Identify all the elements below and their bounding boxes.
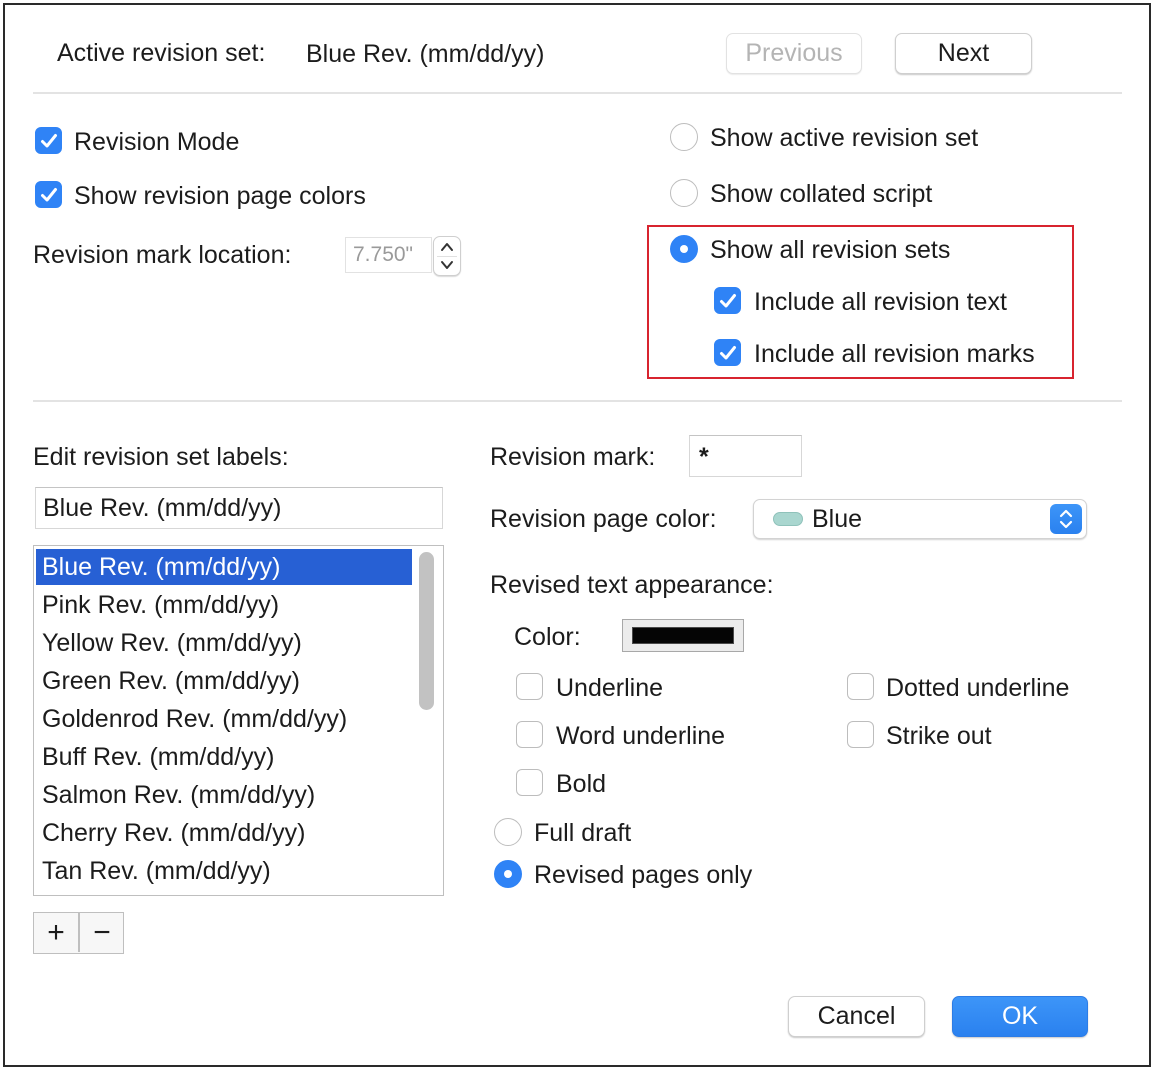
appearance-title: Revised text appearance: <box>490 571 774 599</box>
color-fill <box>632 627 734 644</box>
cancel-button[interactable]: Cancel <box>788 996 925 1037</box>
list-item[interactable]: Buff Rev. (mm/dd/yy) <box>36 739 412 775</box>
label-edit-field[interactable]: Blue Rev. (mm/dd/yy) <box>35 487 443 529</box>
text-color-well[interactable] <box>622 619 744 652</box>
show-active-radio[interactable] <box>670 123 698 151</box>
color-label: Color: <box>514 623 581 651</box>
list-item[interactable]: Pink Rev. (mm/dd/yy) <box>36 587 412 623</box>
bold-label: Bold <box>556 770 607 798</box>
divider-middle <box>33 400 1122 402</box>
popup-arrows-icon <box>1050 504 1082 534</box>
strike-out-label: Strike out <box>886 722 992 750</box>
mark-location-label: Revision mark location: <box>33 241 292 269</box>
show-active-label: Show active revision set <box>710 124 979 152</box>
show-collated-radio[interactable] <box>670 179 698 207</box>
add-remove-control: + − <box>33 912 124 954</box>
full-draft-radio[interactable] <box>494 818 522 846</box>
checkmark-icon <box>41 134 57 148</box>
list-item[interactable]: Cherry Rev. (mm/dd/yy) <box>36 815 412 851</box>
remove-button[interactable]: − <box>80 913 124 952</box>
strike-out-checkbox[interactable] <box>847 721 874 748</box>
list-item[interactable]: Green Rev. (mm/dd/yy) <box>36 663 412 699</box>
dotted-underline-label: Dotted underline <box>886 674 1070 702</box>
show-page-colors-label: Show revision page colors <box>74 182 366 210</box>
previous-button[interactable]: Previous <box>726 33 862 74</box>
highlight-box <box>647 225 1074 379</box>
page-color-popup[interactable]: Blue <box>753 499 1087 539</box>
list-item[interactable]: Tan Rev. (mm/dd/yy) <box>36 853 412 889</box>
color-swatch <box>773 512 803 526</box>
page-color-value: Blue <box>812 505 863 533</box>
divider-top <box>33 92 1122 94</box>
list-scrollbar[interactable] <box>419 552 434 710</box>
revised-pages-label: Revised pages only <box>534 861 753 889</box>
checkmark-icon <box>41 188 57 202</box>
list-item[interactable]: Blue Rev. (mm/dd/yy) <box>36 549 412 585</box>
word-underline-checkbox[interactable] <box>516 721 543 748</box>
mark-location-field[interactable]: 7.750" <box>345 237 432 273</box>
revision-mode-label: Revision Mode <box>74 128 240 156</box>
underline-checkbox[interactable] <box>516 673 543 700</box>
revision-mark-field[interactable]: * <box>689 435 802 477</box>
next-button[interactable]: Next <box>895 33 1032 74</box>
revision-mark-label: Revision mark: <box>490 443 656 471</box>
dotted-underline-checkbox[interactable] <box>847 673 874 700</box>
list-item[interactable]: Salmon Rev. (mm/dd/yy) <box>36 777 412 813</box>
active-revision-set-label: Active revision set: <box>57 39 266 67</box>
add-button[interactable]: + <box>34 913 78 952</box>
stepper-down-icon[interactable] <box>434 256 460 275</box>
revision-mode-checkbox[interactable] <box>35 127 62 154</box>
edit-labels-title: Edit revision set labels: <box>33 443 289 471</box>
stepper-up-icon[interactable] <box>434 237 460 256</box>
list-item[interactable]: Goldenrod Rev. (mm/dd/yy) <box>36 701 412 737</box>
list-item[interactable]: Yellow Rev. (mm/dd/yy) <box>36 625 412 661</box>
revision-set-list[interactable]: Blue Rev. (mm/dd/yy) Pink Rev. (mm/dd/yy… <box>33 545 444 896</box>
word-underline-label: Word underline <box>556 722 726 750</box>
mark-location-stepper[interactable] <box>433 236 461 276</box>
revised-pages-radio[interactable] <box>494 860 522 888</box>
ok-button[interactable]: OK <box>952 996 1088 1037</box>
full-draft-label: Full draft <box>534 819 632 847</box>
show-page-colors-checkbox[interactable] <box>35 181 62 208</box>
underline-label: Underline <box>556 674 664 702</box>
bold-checkbox[interactable] <box>516 769 543 796</box>
page-color-label: Revision page color: <box>490 505 717 533</box>
show-collated-label: Show collated script <box>710 180 933 208</box>
active-revision-set-value: Blue Rev. (mm/dd/yy) <box>306 40 545 68</box>
